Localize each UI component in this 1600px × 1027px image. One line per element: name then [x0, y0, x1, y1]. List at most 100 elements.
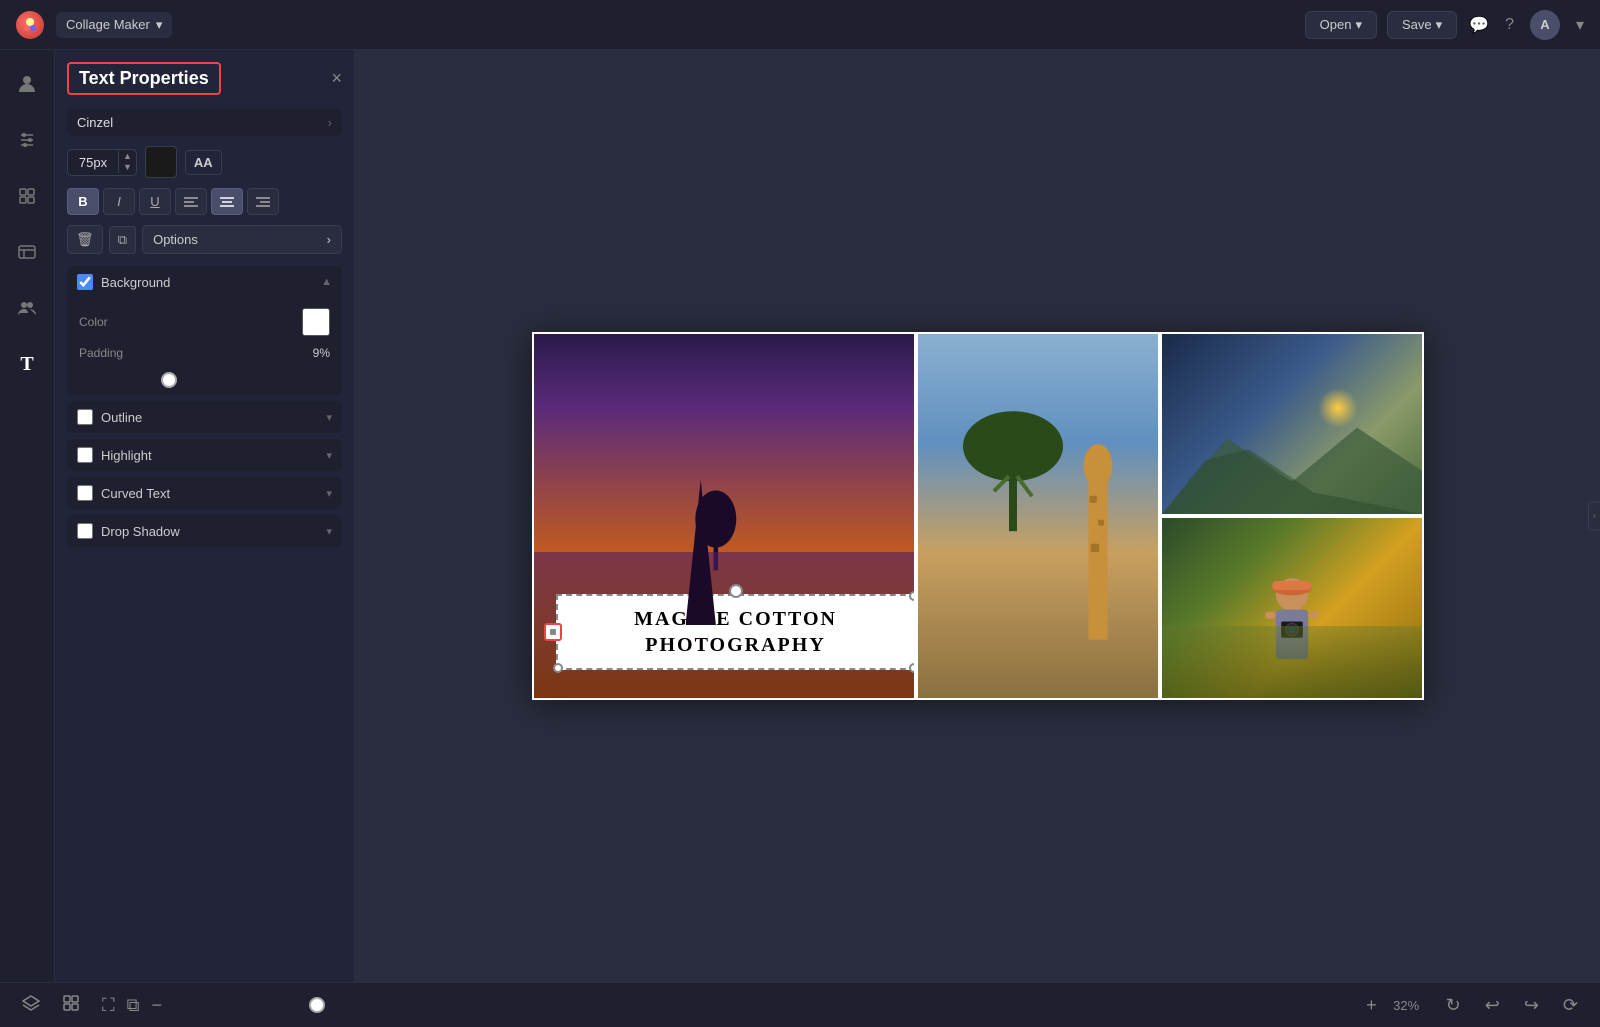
drop-shadow-section-header[interactable]: Drop Shadow ▾: [67, 515, 342, 547]
bold-button[interactable]: B: [67, 188, 99, 215]
app-title-chevron-icon: ▾: [156, 17, 163, 33]
crop-button[interactable]: ⧉: [127, 995, 140, 1016]
drop-shadow-label: Drop Shadow: [101, 524, 318, 539]
canvas-right-arrow[interactable]: ›: [1588, 502, 1600, 531]
background-label: Background: [101, 275, 313, 290]
text-move-handle[interactable]: [544, 623, 562, 641]
layers-button[interactable]: [16, 990, 46, 1021]
bottom-bar: ⛶ ⧉ − + 32% ↻ ↩ ↪ ⟳: [0, 982, 1600, 1027]
redo-button[interactable]: ↪: [1518, 991, 1545, 1020]
font-size-spinners: ▲ ▼: [118, 151, 136, 173]
side-panel: Text Properties × Cinzel › ▲ ▼ AA B I U: [55, 50, 355, 982]
italic-button[interactable]: I: [103, 188, 135, 215]
text-resize-handle-tr[interactable]: [909, 591, 914, 601]
highlight-section: Highlight ▾: [67, 439, 342, 471]
font-size-input[interactable]: [68, 150, 118, 175]
font-selector[interactable]: Cinzel ›: [67, 109, 342, 136]
padding-prop-row: Padding 9%: [79, 346, 330, 360]
sidebar-item-grid[interactable]: [9, 178, 45, 214]
padding-label: Padding: [79, 346, 123, 360]
sidebar-item-profile[interactable]: [9, 66, 45, 102]
format-row: B I U: [67, 188, 342, 215]
color-label: Color: [79, 315, 108, 329]
user-avatar-button[interactable]: A: [1530, 10, 1560, 40]
collage-cell-sunset[interactable]: MAGGIE COTTON PHOTOGRAPHY: [534, 334, 914, 698]
padding-slider-container: [79, 370, 330, 385]
sidebar-item-adjustments[interactable]: [9, 122, 45, 158]
curved-text-section: Curved Text ▾: [67, 477, 342, 509]
icon-bar: T: [0, 50, 55, 982]
zoom-out-button[interactable]: −: [151, 995, 162, 1016]
highlight-section-header[interactable]: Highlight ▾: [67, 439, 342, 471]
padding-slider[interactable]: [79, 378, 330, 382]
app-logo: [16, 11, 44, 39]
text-overlay-box[interactable]: MAGGIE COTTON PHOTOGRAPHY: [556, 594, 914, 670]
topbar-actions: Open ▾ Save ▾: [1305, 11, 1458, 39]
collage-cell-photographer[interactable]: [1162, 518, 1422, 698]
duplicate-button[interactable]: ⧉: [109, 226, 136, 254]
text-rotate-handle[interactable]: [729, 584, 743, 598]
align-right-button[interactable]: [247, 188, 279, 215]
chat-icon-button[interactable]: 💬: [1469, 15, 1489, 35]
topbar-icons: 💬 ? A ▾: [1469, 10, 1584, 40]
panel-title: Text Properties: [67, 62, 221, 95]
zoom-in-button[interactable]: +: [1366, 995, 1377, 1016]
background-checkbox[interactable]: [77, 274, 93, 290]
align-left-button[interactable]: [175, 188, 207, 215]
highlight-checkbox[interactable]: [77, 447, 93, 463]
history-button[interactable]: ⟳: [1557, 991, 1584, 1020]
save-button[interactable]: Save ▾: [1387, 11, 1457, 39]
options-button[interactable]: Options ›: [142, 225, 342, 254]
outline-section-header[interactable]: Outline ▾: [67, 401, 342, 433]
background-section-header[interactable]: Background ▲: [67, 266, 342, 298]
curved-text-section-header[interactable]: Curved Text ▾: [67, 477, 342, 509]
outline-checkbox[interactable]: [77, 409, 93, 425]
save-chevron-icon: ▾: [1436, 17, 1443, 33]
curved-text-checkbox[interactable]: [77, 485, 93, 501]
delete-button[interactable]: 🗑: [67, 225, 103, 254]
text-icon: T: [20, 353, 33, 376]
drop-shadow-chevron-icon: ▾: [326, 525, 332, 538]
collage-cell-giraffe[interactable]: [918, 334, 1158, 698]
text-resize-handle-bl[interactable]: [553, 663, 563, 673]
collage-cell-mountains[interactable]: [1162, 334, 1422, 514]
background-section-body: Color Padding 9%: [67, 298, 342, 395]
overlay-text-content[interactable]: MAGGIE COTTON PHOTOGRAPHY: [634, 606, 837, 658]
drop-shadow-checkbox[interactable]: [77, 523, 93, 539]
highlight-chevron-icon: ▾: [326, 449, 332, 462]
sidebar-item-media[interactable]: [9, 234, 45, 270]
outline-label: Outline: [101, 410, 318, 425]
bottom-center-controls: ⛶ ⧉ − + 32%: [102, 995, 1424, 1016]
font-size-up[interactable]: ▲: [119, 151, 136, 162]
refresh-button[interactable]: ↻: [1440, 991, 1467, 1020]
app-title-label: Collage Maker: [66, 17, 150, 32]
color-prop-row: Color: [79, 308, 330, 336]
background-color-swatch[interactable]: [302, 308, 330, 336]
font-size-input-wrap: ▲ ▼: [67, 149, 137, 176]
collage-container: MAGGIE COTTON PHOTOGRAPHY: [532, 332, 1424, 700]
app-title-button[interactable]: Collage Maker ▾: [56, 12, 172, 38]
more-icon-button[interactable]: ▾: [1576, 15, 1584, 35]
background-chevron-icon: ▲: [321, 276, 332, 288]
font-color-swatch[interactable]: [145, 146, 177, 178]
help-icon-button[interactable]: ?: [1505, 16, 1514, 34]
sidebar-item-people[interactable]: [9, 290, 45, 326]
panel-close-button[interactable]: ×: [331, 68, 342, 89]
text-transform-button[interactable]: AA: [185, 150, 222, 175]
open-chevron-icon: ▾: [1355, 17, 1362, 33]
grid-view-button[interactable]: [56, 990, 86, 1021]
undo-button[interactable]: ↩: [1479, 991, 1506, 1020]
actions-row: 🗑 ⧉ Options ›: [67, 225, 342, 254]
align-center-button[interactable]: [211, 188, 243, 215]
bottom-right-actions: ↻ ↩ ↪ ⟳: [1440, 991, 1584, 1020]
outline-section: Outline ▾: [67, 401, 342, 433]
size-row: ▲ ▼ AA: [67, 146, 342, 178]
underline-button[interactable]: U: [139, 188, 171, 215]
panel-header: Text Properties ×: [67, 62, 342, 95]
open-button[interactable]: Open ▾: [1305, 11, 1377, 39]
zoom-slider[interactable]: [174, 1003, 1354, 1007]
main-area: T Text Properties × Cinzel › ▲ ▼ AA: [0, 50, 1600, 982]
fit-screen-button[interactable]: ⛶: [102, 995, 115, 1016]
sidebar-item-text[interactable]: T: [9, 346, 45, 382]
font-size-down[interactable]: ▼: [119, 162, 136, 173]
